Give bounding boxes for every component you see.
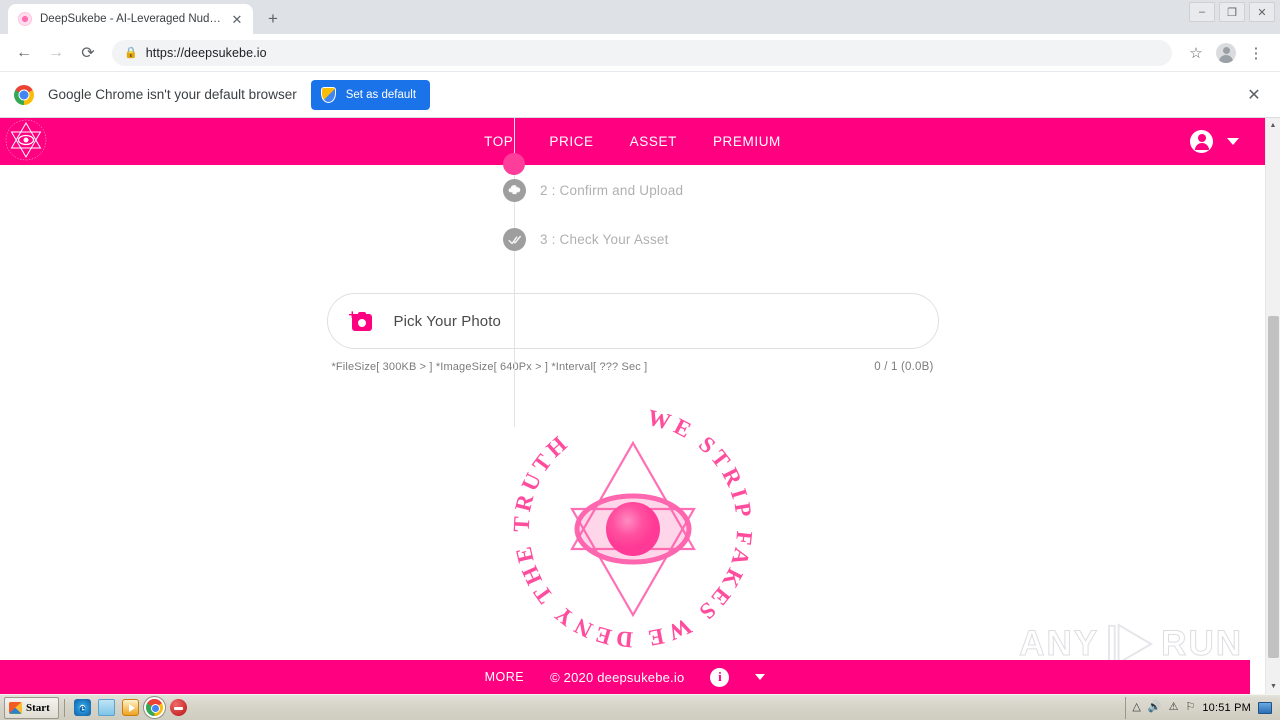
media-player-icon[interactable]: [121, 699, 139, 716]
lock-icon: 🔒: [124, 47, 138, 59]
site-footer: MORE © 2020 deepsukebe.io i: [0, 660, 1250, 694]
nav-link-price[interactable]: PRICE: [549, 134, 593, 149]
page-viewport: TOP PRICE ASSET PREMIUM 2: Confirm and …: [0, 118, 1280, 694]
new-tab-button[interactable]: +: [259, 4, 287, 32]
upload-constraints-text: *FileSize[ 300KB > ] *ImageSize[ 640Px >…: [331, 361, 648, 373]
site-favicon: [18, 12, 32, 26]
internet-explorer-icon[interactable]: [73, 699, 91, 716]
close-tab-icon[interactable]: ✕: [229, 11, 245, 27]
tab-strip: DeepSukebe - AI-Leveraged Nudifier ✕ + –…: [0, 0, 1280, 34]
scroll-down-arrow-icon[interactable]: ▼: [1266, 679, 1280, 694]
stop-icon[interactable]: [169, 699, 187, 716]
footer-more-link[interactable]: MORE: [485, 670, 525, 684]
picker-meta-row: *FileSize[ 300KB > ] *ImageSize[ 640Px >…: [327, 361, 939, 373]
photo-picker-section: + Pick Your Photo *FileSize[ 300KB > ] *…: [0, 293, 1265, 373]
restore-button[interactable]: ❐: [1219, 2, 1245, 22]
site-nav-links: TOP PRICE ASSET PREMIUM: [484, 134, 781, 149]
expand-icon[interactable]: △: [1132, 702, 1140, 713]
system-tray: △ 🔊 ⚠ ⚐ 10:51 PM: [1125, 696, 1278, 719]
site-emblem: WE STRIP FAKES WE DENY THE TRUTH: [0, 403, 1265, 653]
taskbar-clock[interactable]: 10:51 PM: [1202, 702, 1251, 714]
step-item-3: 3 : Check Your Asset: [0, 228, 1265, 251]
double-check-icon: [503, 228, 526, 251]
scrollbar-thumb[interactable]: [1268, 316, 1279, 658]
set-as-default-label: Set as default: [345, 88, 417, 101]
site-logo-icon[interactable]: [0, 118, 52, 166]
web-page: TOP PRICE ASSET PREMIUM 2: Confirm and …: [0, 118, 1265, 694]
omnibox-actions: ☆ ⋮: [1182, 39, 1270, 67]
network-icon[interactable]: ⚐: [1185, 702, 1195, 713]
pick-your-photo-label: Pick Your Photo: [393, 312, 501, 330]
close-infobar-icon[interactable]: ✕: [1242, 85, 1266, 105]
security-alert-icon[interactable]: ⚠: [1169, 702, 1179, 713]
chrome-logo-icon: [14, 84, 34, 105]
pick-your-photo-button[interactable]: + Pick Your Photo: [326, 293, 939, 349]
start-label: Start: [26, 701, 50, 714]
tab-title: DeepSukebe - AI-Leveraged Nudifier: [40, 13, 221, 25]
step-3-label: 3 : Check Your Asset: [540, 232, 669, 247]
minimize-button[interactable]: –: [1189, 2, 1215, 22]
hexagram-eye-emblem: WE STRIP FAKES WE DENY THE TRUTH: [508, 405, 753, 653]
forward-icon[interactable]: →: [42, 39, 70, 67]
back-icon[interactable]: ←: [10, 39, 38, 67]
browser-tab[interactable]: DeepSukebe - AI-Leveraged Nudifier ✕: [8, 4, 253, 34]
step-item-2: 2 : Confirm and Upload: [0, 179, 1265, 202]
window-controls: – ❐ ✕: [1188, 2, 1276, 22]
infobar-message: Google Chrome isn't your default browser: [48, 87, 297, 102]
close-window-button[interactable]: ✕: [1249, 2, 1275, 22]
taskbar-divider: [63, 698, 65, 717]
cloud-upload-icon: [503, 179, 526, 202]
page-scrollbar[interactable]: ▲ ▼: [1265, 118, 1280, 694]
chrome-icon[interactable]: [145, 699, 163, 716]
footer-copyright: © 2020 deepsukebe.io: [550, 669, 685, 685]
folder-icon[interactable]: [97, 699, 115, 716]
account-area: [1190, 130, 1239, 153]
windows-taskbar: Start △ 🔊 ⚠ ⚐ 10:51 PM: [0, 694, 1280, 720]
url-text: https://deepsukebe.io: [145, 45, 267, 60]
start-button[interactable]: Start: [4, 696, 59, 719]
browser-window: DeepSukebe - AI-Leveraged Nudifier ✕ + –…: [0, 0, 1280, 694]
step-1-badge-partial: [503, 153, 525, 175]
scroll-up-arrow-icon[interactable]: ▲: [1266, 118, 1280, 133]
info-icon[interactable]: i: [710, 667, 730, 687]
nav-link-top[interactable]: TOP: [484, 134, 513, 149]
nav-link-premium[interactable]: PREMIUM: [713, 134, 781, 149]
quick-launch-bar: [70, 699, 187, 716]
upload-steps: 2 : Confirm and Upload 3 : Check Your As…: [0, 118, 1265, 427]
volume-icon[interactable]: 🔊: [1148, 702, 1162, 713]
omnibox-toolbar: ← → ⟳ 🔒 https://deepsukebe.io ☆ ⋮: [0, 34, 1280, 72]
account-icon[interactable]: [1190, 130, 1213, 153]
reload-icon[interactable]: ⟳: [74, 39, 102, 67]
set-as-default-button[interactable]: Set as default: [310, 79, 431, 110]
upload-counter-text: 0 / 1 (0.0B): [874, 361, 934, 373]
address-bar[interactable]: 🔒 https://deepsukebe.io: [112, 39, 1172, 66]
shield-icon: [320, 86, 336, 103]
default-browser-infobar: Google Chrome isn't your default browser…: [0, 72, 1280, 118]
footer-chevron-down-icon[interactable]: [755, 674, 766, 680]
step-2-label: 2 : Confirm and Upload: [540, 183, 684, 198]
nav-link-asset[interactable]: ASSET: [630, 134, 677, 149]
windows-flag-icon: [9, 701, 22, 714]
show-desktop-icon[interactable]: [1258, 701, 1272, 714]
browser-menu-icon[interactable]: ⋮: [1242, 39, 1270, 67]
bookmark-star-icon[interactable]: ☆: [1182, 39, 1210, 67]
site-navbar: TOP PRICE ASSET PREMIUM: [0, 118, 1265, 165]
add-photo-icon: +: [349, 308, 372, 331]
profile-avatar-icon[interactable]: [1212, 39, 1240, 67]
chevron-down-icon[interactable]: [1227, 138, 1239, 145]
